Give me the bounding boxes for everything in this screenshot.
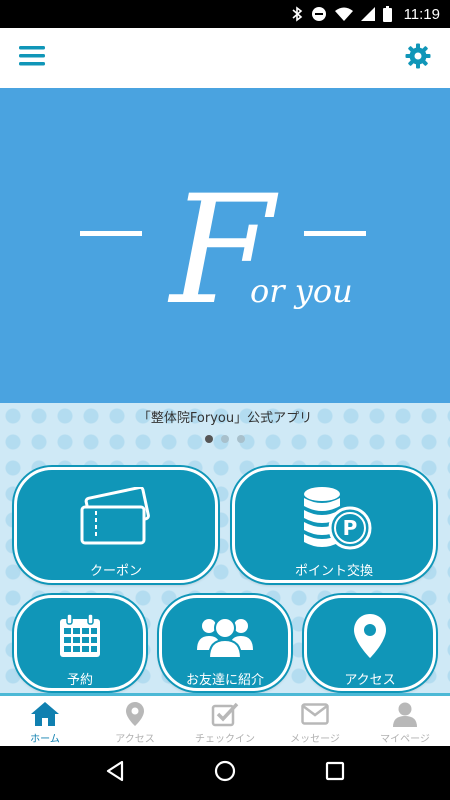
reservation-button[interactable]: 予約	[14, 595, 146, 691]
nav-home-label: ホーム	[30, 734, 60, 745]
map-pin-icon	[125, 700, 145, 728]
nav-home[interactable]: ホーム	[0, 696, 90, 746]
home-system-button[interactable]	[205, 753, 245, 793]
hamburger-icon	[19, 45, 45, 71]
do-not-disturb-icon	[311, 6, 327, 22]
access-button[interactable]: アクセス	[304, 595, 436, 691]
home-icon	[30, 700, 60, 728]
checkbox-icon	[211, 700, 239, 728]
bluetooth-icon	[291, 6, 303, 22]
status-bar: 11:19	[0, 0, 450, 28]
recents-square-icon	[325, 761, 345, 785]
reservation-label: 予約	[66, 673, 93, 688]
nav-checkin[interactable]: チェックイン	[180, 696, 270, 746]
nav-checkin-label: チェックイン	[195, 734, 255, 745]
app-header	[0, 28, 450, 88]
nav-access[interactable]: アクセス	[90, 696, 180, 746]
settings-button[interactable]	[402, 42, 434, 74]
carousel-dot[interactable]	[237, 435, 245, 443]
carousel-indicator	[0, 435, 450, 443]
coupon-label: クーポン	[89, 564, 142, 579]
carousel-dot[interactable]	[221, 435, 229, 443]
app-caption: 「整体院Foryou」公式アプリ	[137, 411, 313, 426]
nav-mypage[interactable]: マイページ	[360, 696, 450, 746]
back-triangle-icon	[105, 760, 125, 786]
points-exchange-label: ポイント交換	[294, 564, 373, 579]
status-time: 11:19	[403, 5, 440, 23]
logo-letter: F	[167, 164, 279, 338]
refer-friend-button[interactable]: お友達に紹介	[159, 595, 291, 691]
gear-icon	[405, 43, 431, 73]
envelope-icon	[301, 700, 329, 728]
svg-text:P: P	[343, 516, 358, 540]
signal-icon	[360, 7, 375, 21]
nav-access-label: アクセス	[115, 734, 155, 745]
system-nav-bar	[0, 746, 450, 800]
recents-button[interactable]	[315, 753, 355, 793]
calendar-icon	[58, 608, 102, 663]
person-icon	[392, 700, 418, 728]
banner-carousel[interactable]: F or you	[0, 88, 450, 403]
group-people-icon	[195, 608, 255, 663]
map-pin-icon	[352, 608, 388, 663]
nav-mypage-label: マイページ	[380, 734, 430, 745]
menu-button[interactable]	[16, 42, 48, 74]
nav-message-label: メッセージ	[290, 734, 340, 745]
nav-message[interactable]: メッセージ	[270, 696, 360, 746]
carousel-dot[interactable]	[205, 435, 213, 443]
brand-logo: F or you	[80, 164, 366, 338]
refer-friend-label: お友達に紹介	[185, 673, 264, 688]
coupon-button[interactable]: クーポン	[14, 467, 218, 583]
bottom-nav: ホーム アクセス チェックイン メッセージ マイページ	[0, 693, 450, 746]
ticket-icon	[76, 480, 156, 558]
back-button[interactable]	[95, 753, 135, 793]
wifi-icon	[334, 7, 353, 21]
home-circle-icon	[214, 760, 236, 786]
coin-points-icon: P	[294, 480, 374, 558]
battery-icon	[382, 6, 392, 22]
access-label: アクセス	[344, 673, 396, 688]
points-exchange-button[interactable]: P ポイント交換	[232, 467, 436, 583]
logo-text: or you	[250, 272, 353, 310]
